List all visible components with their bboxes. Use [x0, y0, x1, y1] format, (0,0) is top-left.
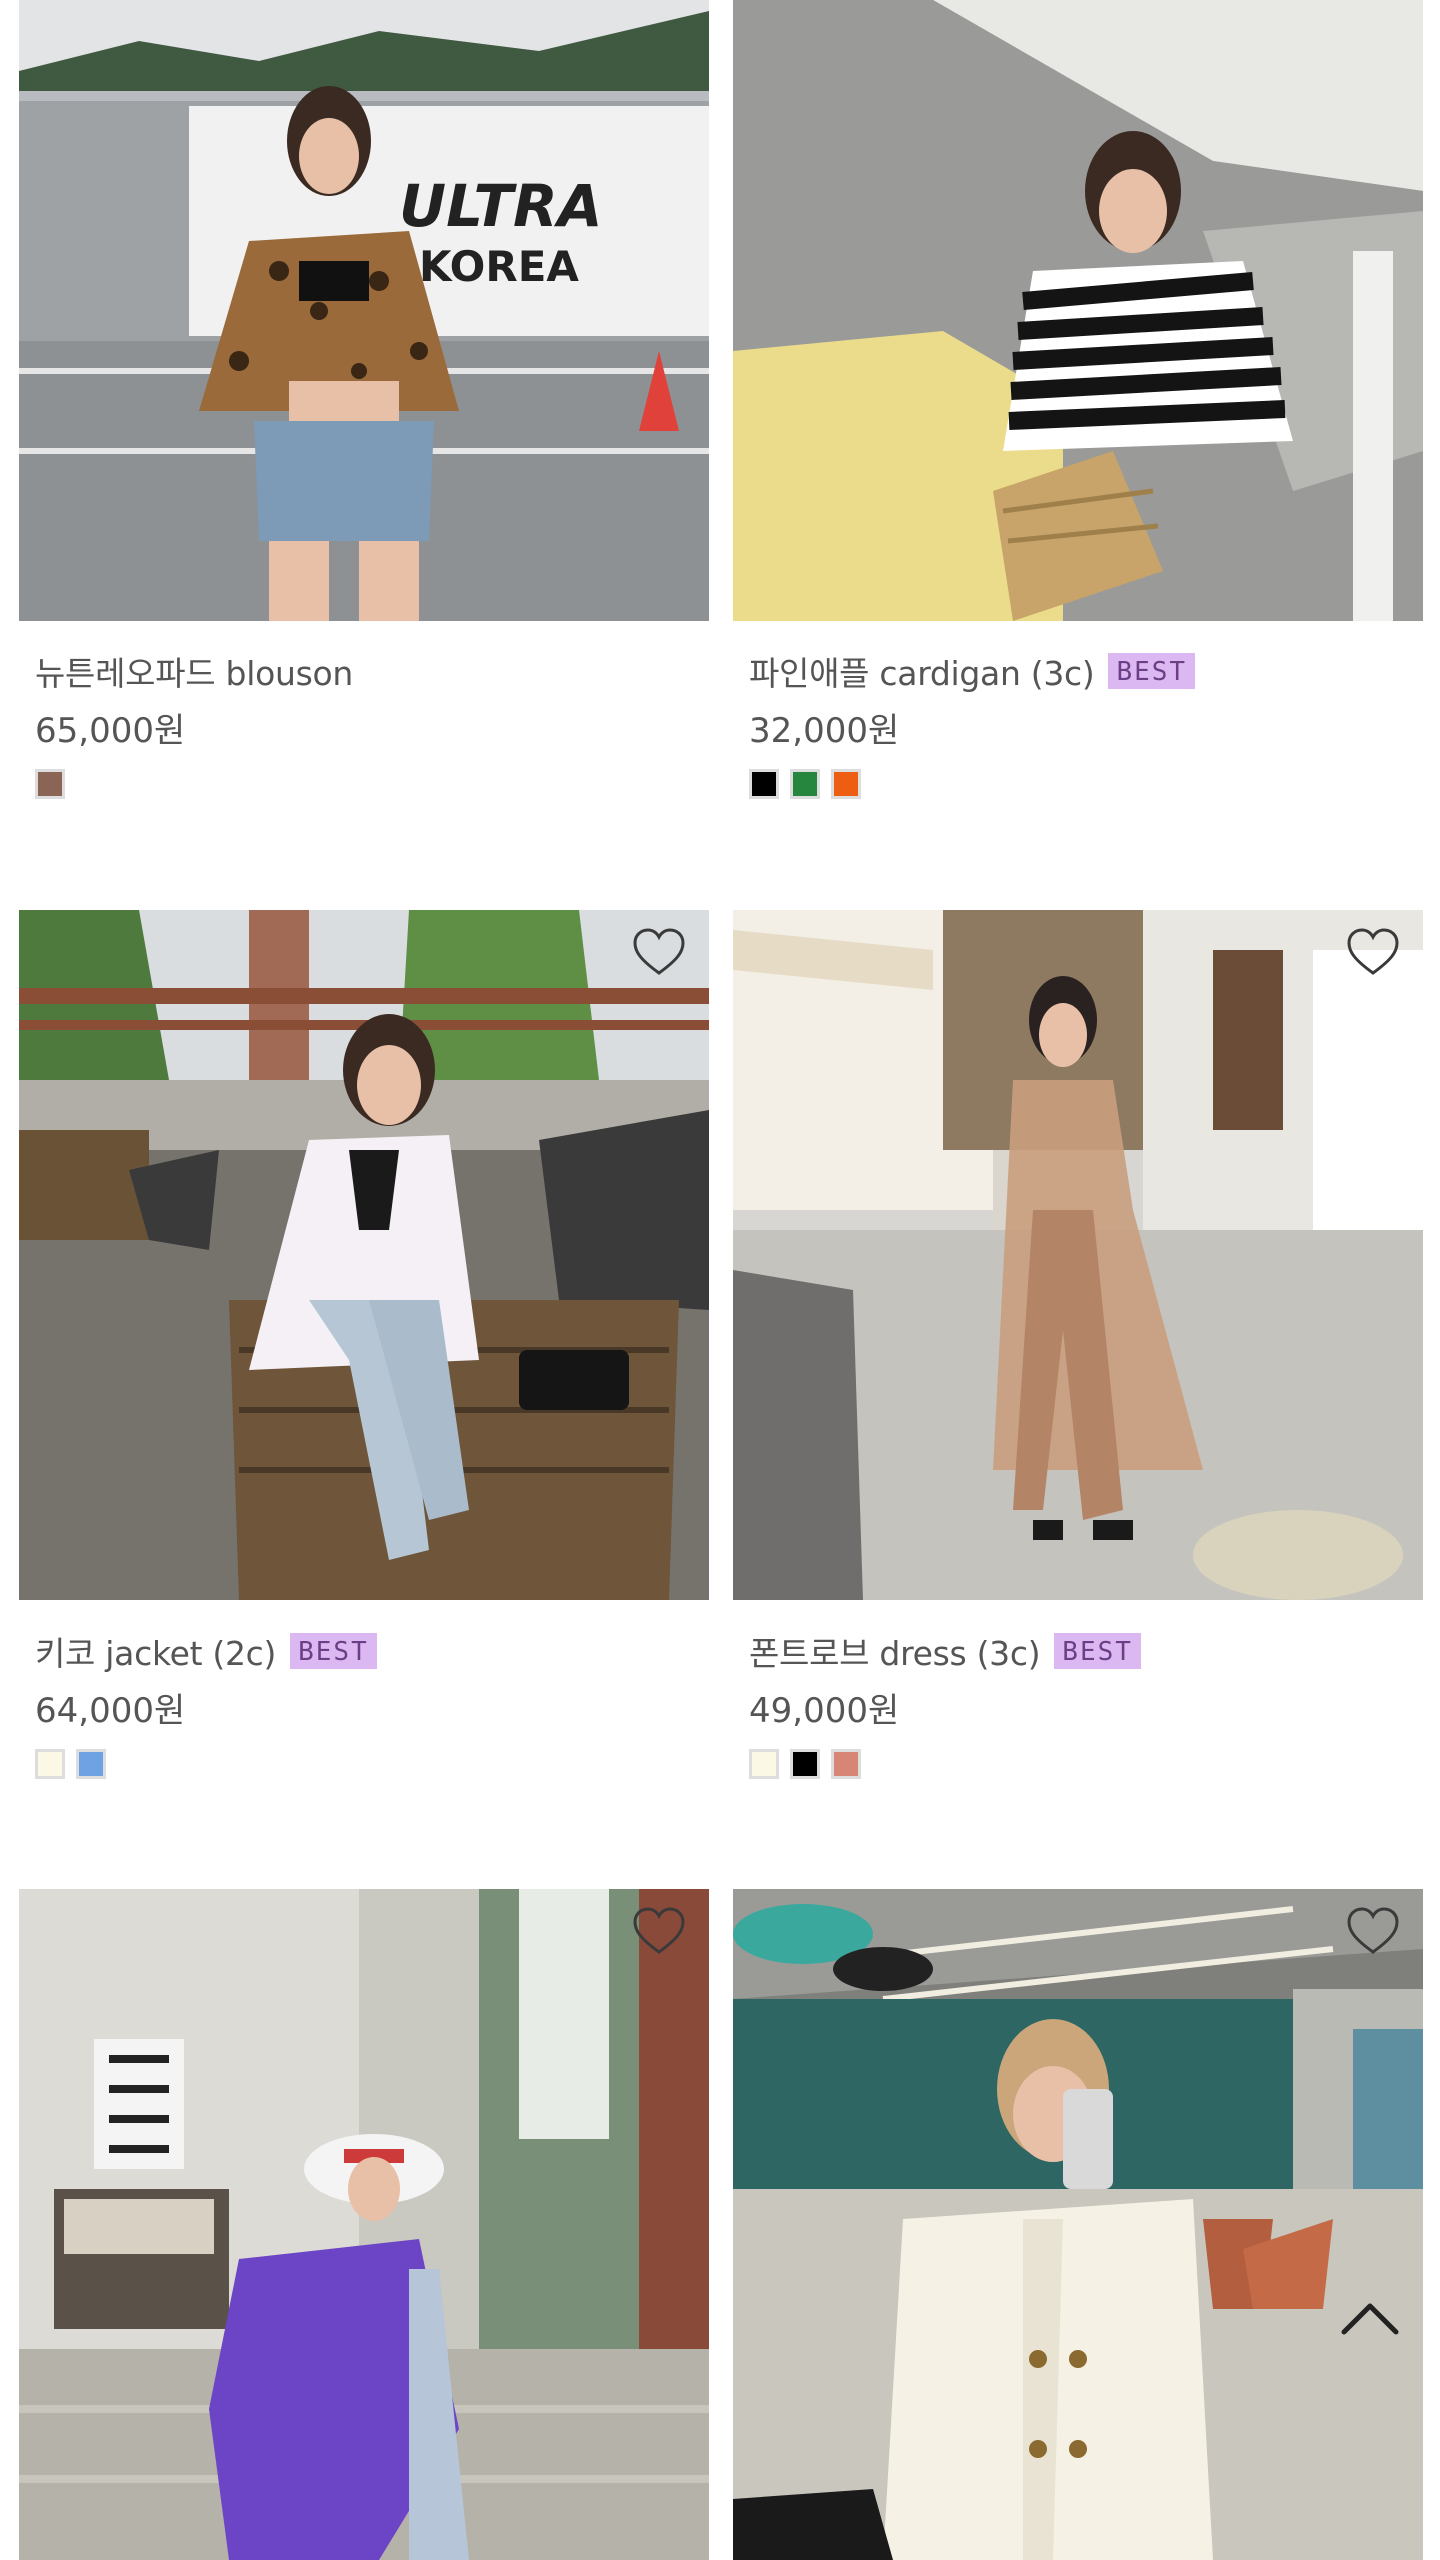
color-swatch: [790, 769, 820, 799]
color-swatch: [35, 1749, 65, 1779]
product-image[interactable]: [733, 0, 1423, 621]
heart-icon[interactable]: [631, 926, 687, 978]
color-swatch: [831, 1749, 861, 1779]
color-swatch: [35, 769, 65, 799]
color-swatch: [749, 769, 779, 799]
product-image[interactable]: [19, 910, 709, 1600]
product-image[interactable]: [19, 1889, 709, 2560]
product-title-row: 폰트로브 dress (3c) BEST: [749, 1625, 1141, 1677]
product-title-row: 뉴튼레오파드 blouson: [35, 645, 353, 697]
color-swatches: [35, 769, 65, 799]
product-image[interactable]: [733, 910, 1423, 1600]
product-name[interactable]: 폰트로브 dress (3c): [749, 1627, 1041, 1675]
chevron-up-icon[interactable]: [1338, 2296, 1402, 2340]
best-badge: BEST: [1108, 653, 1196, 689]
product-price: 65,000원: [35, 711, 186, 751]
product-name[interactable]: 키코 jacket (2c): [35, 1627, 276, 1675]
heart-icon[interactable]: [1345, 1905, 1401, 1957]
best-badge: BEST: [290, 1633, 377, 1669]
svg-text:ULTRA: ULTRA: [399, 172, 603, 240]
heart-icon[interactable]: [1345, 926, 1401, 978]
product-price: 64,000원: [35, 1691, 186, 1731]
color-swatch: [749, 1749, 779, 1779]
product-image[interactable]: [733, 1889, 1423, 2560]
product-name[interactable]: 파인애플 cardigan (3c): [749, 647, 1095, 695]
product-price: 49,000원: [749, 1691, 900, 1731]
svg-text:KOREA: KOREA: [419, 242, 579, 291]
color-swatches: [749, 1749, 861, 1779]
color-swatch: [790, 1749, 820, 1779]
product-title-row: 파인애플 cardigan (3c) BEST: [749, 645, 1196, 697]
product-name[interactable]: 뉴튼레오파드 blouson: [35, 647, 353, 695]
color-swatches: [749, 769, 861, 799]
color-swatch: [76, 1749, 106, 1779]
heart-icon[interactable]: [631, 1905, 687, 1957]
color-swatches: [35, 1749, 106, 1779]
best-badge: BEST: [1054, 1633, 1141, 1669]
color-swatch: [831, 769, 861, 799]
product-price: 32,000원: [749, 711, 900, 751]
product-image[interactable]: ULTRA KOREA: [19, 0, 709, 621]
product-grid: ULTRA KOREA 뉴튼레오파드 blouson 65,000원 파인애플 …: [0, 0, 1440, 2560]
product-title-row: 키코 jacket (2c) BEST: [35, 1625, 377, 1677]
